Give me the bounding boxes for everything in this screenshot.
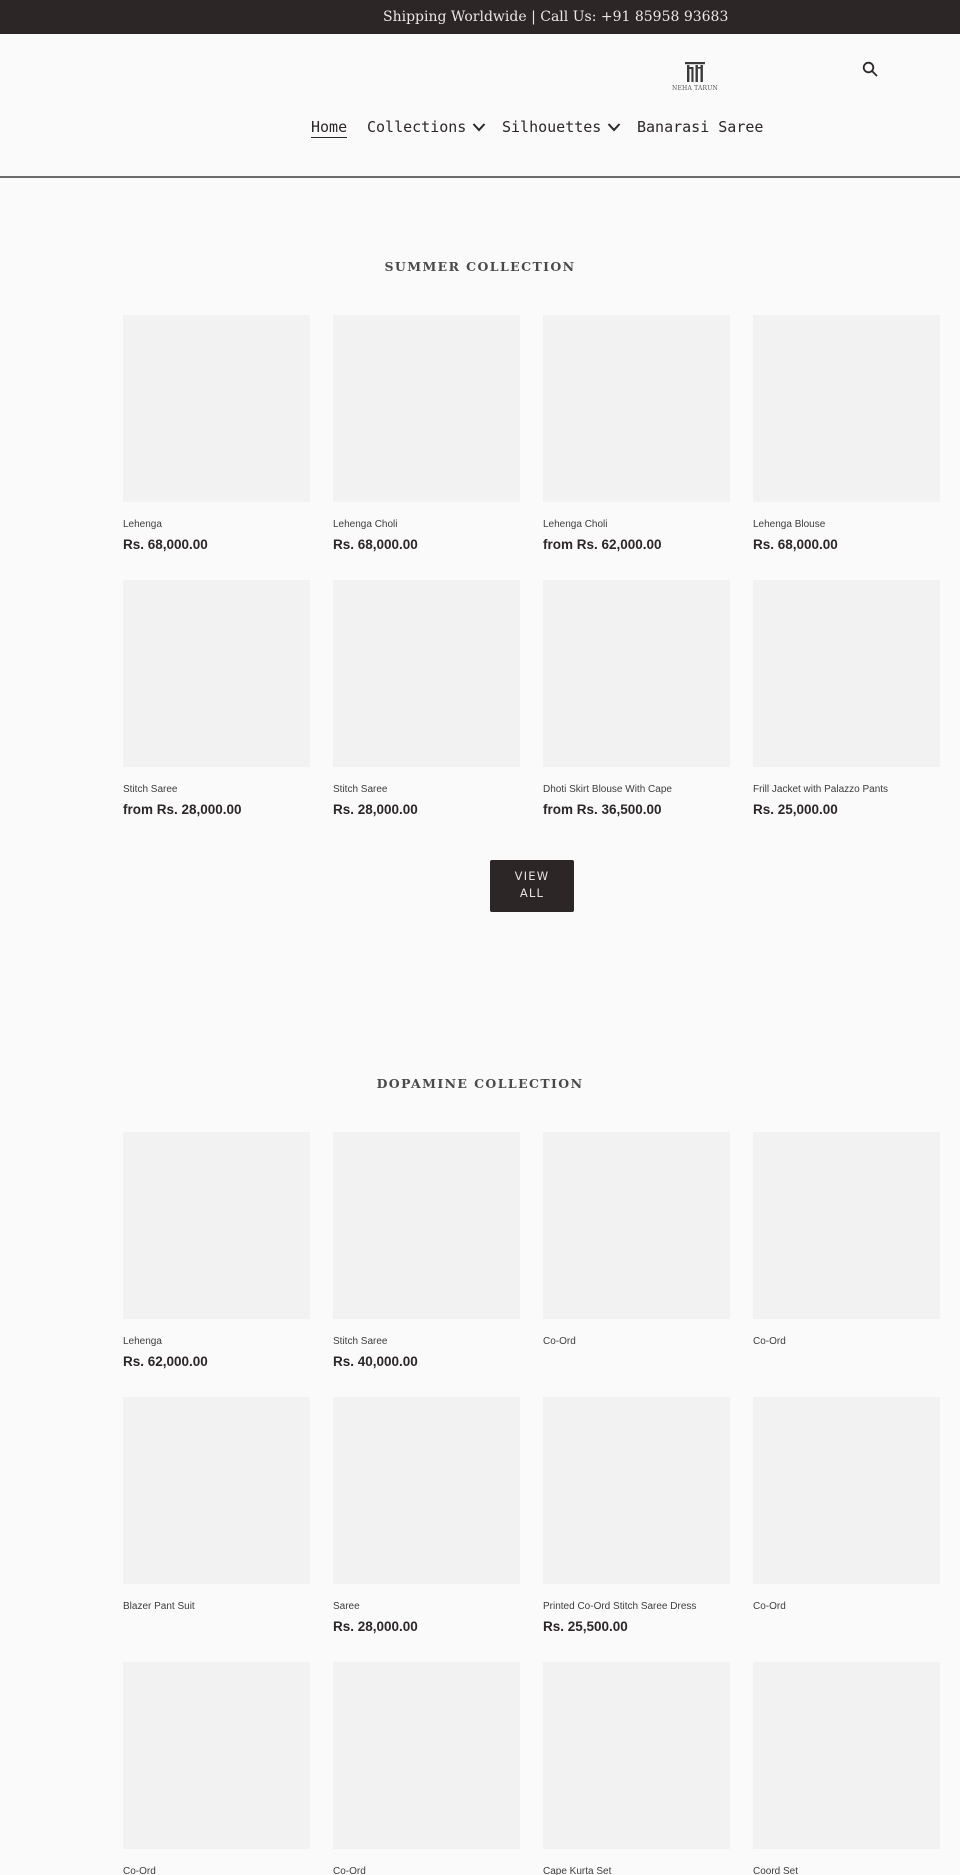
product-image[interactable]	[543, 1397, 730, 1584]
product-image[interactable]	[333, 580, 520, 767]
product-image[interactable]	[333, 1397, 520, 1584]
product-price: from Rs. 62,000.00	[543, 537, 662, 552]
product-title[interactable]: Co-Ord	[753, 1336, 940, 1348]
product-image[interactable]	[543, 580, 730, 767]
product-title[interactable]: Frill Jacket with Palazzo Pants	[753, 784, 940, 796]
product-title[interactable]: Lehenga Choli	[333, 519, 520, 531]
product-title[interactable]: Co-Ord	[333, 1866, 520, 1875]
product-title[interactable]: Blazer Pant Suit	[123, 1601, 310, 1613]
nav-item-label: Silhouettes	[502, 118, 602, 136]
product-price: from Rs. 28,000.00	[123, 802, 242, 817]
product-title[interactable]: Coord Set	[753, 1866, 940, 1875]
product-price: Rs. 25,000.00	[753, 802, 838, 817]
product-title[interactable]: Co-Ord	[543, 1336, 730, 1348]
product-image[interactable]	[543, 1662, 730, 1849]
product-card[interactable]: Cape Kurta Set	[543, 1662, 730, 1875]
product-card[interactable]: Blazer Pant Suit	[123, 1397, 310, 1613]
product-image[interactable]	[753, 1397, 940, 1584]
nav-item-label: Home	[311, 118, 348, 138]
product-image[interactable]	[123, 580, 310, 767]
nav-item-label: Banarasi Saree	[637, 118, 764, 136]
product-price: Rs. 28,000.00	[333, 1619, 418, 1634]
product-card[interactable]: Saree Rs. 28,000.00	[333, 1397, 520, 1635]
product-title[interactable]: Lehenga Choli	[543, 519, 730, 531]
product-card[interactable]: Co-Ord	[753, 1397, 940, 1613]
product-card[interactable]: Co-Ord	[123, 1662, 310, 1875]
product-card[interactable]: Frill Jacket with Palazzo Pants Rs. 25,00…	[753, 580, 940, 818]
product-card[interactable]: Stitch Saree Rs. 40,000.00	[333, 1132, 520, 1370]
product-title[interactable]: Lehenga	[123, 519, 310, 531]
product-image[interactable]	[753, 315, 940, 502]
product-title[interactable]: Printed Co-Ord Stitch Saree Dress	[543, 1601, 730, 1613]
logo[interactable]: NEHA TARUN	[670, 61, 720, 101]
nav-item-home[interactable]: Home	[311, 118, 348, 138]
product-price: Rs. 68,000.00	[333, 537, 418, 552]
nav-item-banarasi-saree[interactable]: Banarasi Saree	[637, 118, 763, 136]
product-title[interactable]: Stitch Saree	[333, 1336, 520, 1348]
product-title[interactable]: Lehenga	[123, 1336, 310, 1348]
product-card[interactable]: Lehenga Choli Rs. 68,000.00	[333, 315, 520, 553]
product-image[interactable]	[123, 1662, 310, 1849]
view-all-label-line1: VIEW	[514, 869, 550, 883]
summer-collection-title: Summer Collection	[384, 259, 576, 274]
product-card[interactable]: Lehenga Choli from Rs. 62,000.00	[543, 315, 730, 553]
product-price: Rs. 68,000.00	[753, 537, 838, 552]
product-image[interactable]	[753, 1662, 940, 1849]
product-card[interactable]: Dhoti Skirt Blouse With Cape from Rs. 36,…	[543, 580, 730, 818]
logo-mark-icon	[685, 62, 705, 82]
product-image[interactable]	[333, 1662, 520, 1849]
product-title[interactable]: Co-Ord	[123, 1866, 310, 1875]
product-image[interactable]	[753, 580, 940, 767]
product-image[interactable]	[543, 1132, 730, 1319]
product-price: from Rs. 36,500.00	[543, 802, 662, 817]
product-card[interactable]: Coord Set	[753, 1662, 940, 1875]
product-price: Rs. 62,000.00	[123, 1354, 208, 1369]
product-card[interactable]: Lehenga Blouse Rs. 68,000.00	[753, 315, 940, 553]
product-image[interactable]	[753, 1132, 940, 1319]
product-title[interactable]: Stitch Saree	[333, 784, 520, 796]
product-title[interactable]: Cape Kurta Set	[543, 1866, 730, 1875]
product-card[interactable]: Lehenga Rs. 62,000.00	[123, 1132, 310, 1370]
product-image[interactable]	[543, 315, 730, 502]
product-title[interactable]: Lehenga Blouse	[753, 519, 940, 531]
product-price: Rs. 68,000.00	[123, 537, 208, 552]
logo-text: NEHA TARUN	[672, 85, 718, 92]
view-all-label-line2: ALL	[519, 886, 545, 900]
product-image[interactable]	[333, 1132, 520, 1319]
product-price: Rs. 28,000.00	[333, 802, 418, 817]
announcement-text: Shipping Worldwide | Call Us: +91 85958 …	[383, 9, 729, 25]
nav-item-collections[interactable]: Collections	[367, 118, 486, 136]
product-title[interactable]: Co-Ord	[753, 1601, 940, 1613]
product-price: Rs. 25,500.00	[543, 1619, 628, 1634]
nav-item-label: Collections	[367, 118, 467, 136]
chevron-down-icon	[473, 123, 486, 132]
product-card[interactable]: Co-Ord	[753, 1132, 940, 1348]
product-card[interactable]: Stitch Saree Rs. 28,000.00	[333, 580, 520, 818]
product-card[interactable]: Stitch Saree from Rs. 28,000.00	[123, 580, 310, 818]
nav-item-silhouettes[interactable]: Silhouettes	[502, 118, 621, 136]
product-title[interactable]: Stitch Saree	[123, 784, 310, 796]
product-image[interactable]	[333, 315, 520, 502]
search-icon[interactable]	[862, 61, 878, 77]
view-all-button[interactable]: VIEW ALL	[490, 860, 574, 912]
product-card[interactable]: Lehenga Rs. 68,000.00	[123, 315, 310, 553]
product-image[interactable]	[123, 1397, 310, 1584]
chevron-down-icon	[608, 123, 621, 132]
product-card[interactable]: Co-Ord	[333, 1662, 520, 1875]
product-image[interactable]	[123, 315, 310, 502]
product-card[interactable]: Printed Co-Ord Stitch Saree Dress Rs. 25,…	[543, 1397, 730, 1635]
site-header: NEHA TARUN Home Collections Silhouettes …	[0, 34, 960, 178]
product-price: Rs. 40,000.00	[333, 1354, 418, 1369]
announcement-bar: Shipping Worldwide | Call Us: +91 85958 …	[0, 0, 960, 34]
product-title[interactable]: Saree	[333, 1601, 520, 1613]
dopamine-collection-title: Dopamine Collection	[376, 1076, 584, 1091]
product-title[interactable]: Dhoti Skirt Blouse With Cape	[543, 784, 730, 796]
main-nav: Home Collections Silhouettes Banarasi Sa…	[0, 118, 960, 148]
product-image[interactable]	[123, 1132, 310, 1319]
product-card[interactable]: Co-Ord	[543, 1132, 730, 1348]
